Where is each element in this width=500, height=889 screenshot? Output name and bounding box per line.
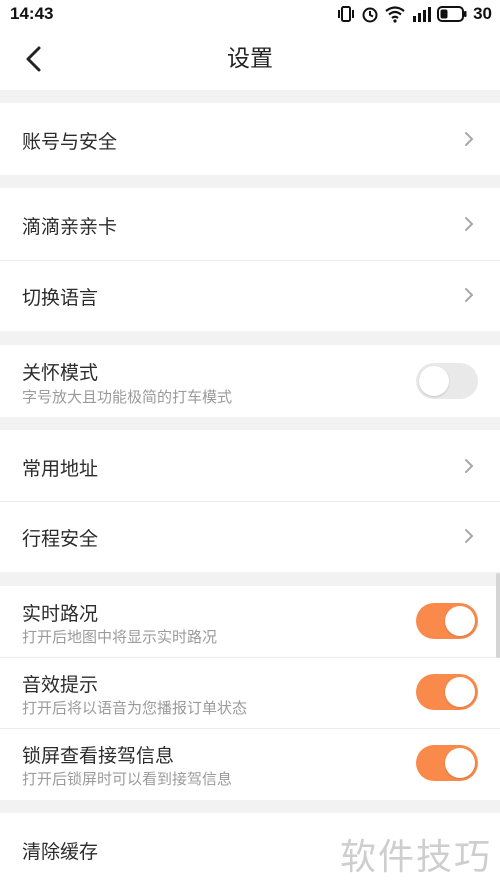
row-label: 常用地址	[22, 458, 99, 480]
status-time: 14:43	[10, 4, 54, 23]
traffic-row: 实时路况 打开后地图中将显示实时路况	[0, 586, 500, 657]
account-security-row[interactable]: 账号与安全	[0, 103, 500, 175]
chevron-right-icon	[465, 217, 474, 231]
sound-row: 音效提示 打开后将以语音为您播报订单状态	[0, 657, 500, 728]
chevron-right-icon	[465, 132, 474, 146]
row-label: 切换语言	[22, 287, 99, 309]
alarm-icon	[362, 7, 378, 23]
lock-screen-row: 锁屏查看接驾信息 打开后锁屏时可以看到接驾信息	[0, 728, 500, 800]
toggle-knob	[445, 748, 475, 778]
care-mode-toggle[interactable]	[416, 363, 478, 399]
settings-group-general: 滴滴亲亲卡 切换语言	[0, 188, 500, 331]
row-label: 行程安全	[22, 528, 99, 550]
sound-toggle[interactable]	[416, 674, 478, 710]
vibrate-icon	[338, 6, 355, 22]
chevron-right-icon	[465, 459, 474, 473]
row-label: 关怀模式	[22, 362, 99, 384]
nav-bar: 设置	[0, 28, 500, 90]
status-icons: 30	[337, 4, 492, 24]
chevron-right-icon	[465, 529, 474, 543]
care-mode-row: 关怀模式 字号放大且功能极简的打车模式	[0, 345, 500, 417]
toggle-knob	[419, 366, 449, 396]
toggle-knob	[445, 606, 475, 636]
watermark: 软件技巧	[339, 837, 492, 878]
common-address-row[interactable]: 常用地址	[0, 430, 500, 501]
settings-group-account: 账号与安全	[0, 103, 500, 175]
trip-safety-row[interactable]: 行程安全	[0, 501, 500, 572]
row-label: 锁屏查看接驾信息	[22, 745, 175, 767]
scrollbar[interactable]	[496, 573, 500, 658]
family-card-row[interactable]: 滴滴亲亲卡	[0, 188, 500, 260]
row-label: 实时路况	[22, 603, 99, 625]
settings-group-care-mode: 关怀模式 字号放大且功能极简的打车模式	[0, 345, 500, 417]
row-description: 打开后锁屏时可以看到接驾信息	[22, 770, 233, 788]
chevron-right-icon	[465, 288, 474, 302]
row-label: 滴滴亲亲卡	[22, 216, 118, 238]
lock-screen-toggle[interactable]	[416, 745, 478, 781]
row-description: 打开后地图中将显示实时路况	[22, 628, 218, 646]
row-description: 字号放大且功能极简的打车模式	[22, 388, 233, 406]
page-title: 设置	[227, 46, 273, 72]
language-row[interactable]: 切换语言	[0, 260, 500, 331]
toggle-knob	[445, 677, 475, 707]
battery-level: 30	[473, 4, 492, 23]
settings-group-toggles: 实时路况 打开后地图中将显示实时路况 音效提示 打开后将以语音为您播报订单状态 …	[0, 586, 500, 800]
battery-icon	[437, 6, 467, 22]
wifi-icon	[385, 6, 405, 23]
row-label: 音效提示	[22, 674, 99, 696]
row-label: 账号与安全	[22, 131, 118, 153]
row-description: 打开后将以语音为您播报订单状态	[22, 699, 248, 717]
traffic-toggle[interactable]	[416, 603, 478, 639]
row-label: 清除缓存	[22, 841, 99, 863]
settings-group-trip: 常用地址 行程安全	[0, 430, 500, 572]
status-bar: 14:43 30	[0, 0, 500, 28]
signal-icon	[413, 7, 432, 22]
